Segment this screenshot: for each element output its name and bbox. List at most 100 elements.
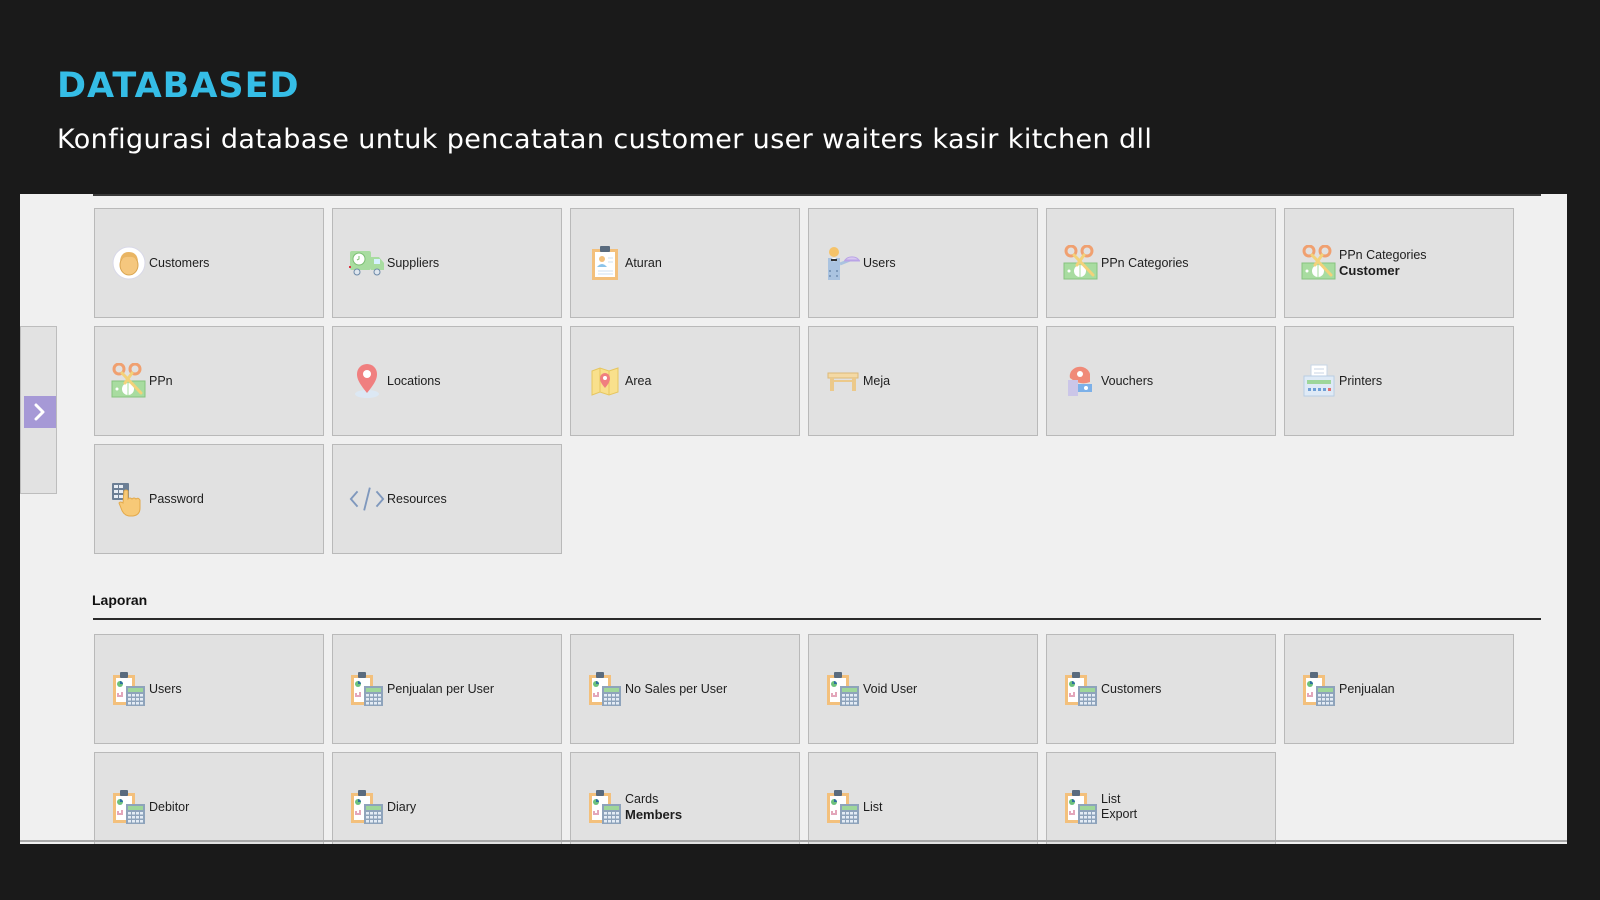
tile-label-main: Vouchers — [1101, 373, 1154, 388]
tile-label-main: PPn Categories — [1101, 255, 1189, 270]
master-tile-meja[interactable]: Meja — [808, 326, 1038, 436]
section-divider-laporan — [93, 618, 1541, 620]
tile-label-main: Meja — [863, 373, 891, 388]
tax-scissors-icon — [1063, 245, 1099, 281]
report-tile-grid: Users Penjualan per User No Sales per User… — [94, 634, 1514, 844]
tile-label: Resources — [387, 492, 447, 507]
report-tile-users[interactable]: Users — [94, 634, 324, 744]
master-tile-locations[interactable]: Locations — [332, 326, 562, 436]
table-icon — [825, 363, 861, 399]
clipboard-profile-icon — [587, 245, 623, 281]
tile-label: PPn — [149, 374, 173, 389]
tax-scissors-icon — [1301, 245, 1337, 281]
report-tile-list[interactable]: List — [808, 752, 1038, 844]
side-collapse-rail — [20, 326, 57, 494]
report-calculator-icon — [1301, 671, 1337, 707]
master-tile-ppn-categories[interactable]: PPn Categories — [1046, 208, 1276, 318]
map-icon — [587, 363, 623, 399]
expand-sidebar-button[interactable] — [24, 396, 56, 428]
report-calculator-icon — [1063, 671, 1099, 707]
tile-label-main: No Sales per User — [625, 681, 728, 696]
report-calculator-icon — [587, 789, 623, 825]
tile-label: Customers — [1101, 682, 1161, 697]
tile-label-main: Customers — [1101, 681, 1162, 696]
tile-label-main: Penjualan — [1339, 681, 1395, 696]
report-calculator-icon — [349, 789, 385, 825]
tile-label: Password — [149, 492, 204, 507]
tile-label: Void User — [863, 682, 917, 697]
master-tile-vouchers[interactable]: Vouchers — [1046, 326, 1276, 436]
report-tile-void-user[interactable]: Void User — [808, 634, 1038, 744]
tile-label-sub: Customer — [1339, 263, 1400, 278]
master-tile-ppn[interactable]: PPn — [94, 326, 324, 436]
tile-label: Users — [149, 682, 182, 697]
master-tile-aturan[interactable]: Aturan — [570, 208, 800, 318]
master-tile-ppn-categories-customer[interactable]: PPn Categories Customer — [1284, 208, 1514, 318]
report-calculator-icon — [111, 789, 147, 825]
tile-label-main: Cards — [625, 792, 659, 806]
tile-label-main: Locations — [387, 373, 441, 388]
code-icon — [349, 481, 385, 517]
tile-label-main: List — [1101, 792, 1121, 806]
report-tile-cards-members[interactable]: Cards Members — [570, 752, 800, 844]
report-calculator-icon — [587, 671, 623, 707]
report-tile-customers[interactable]: Customers — [1046, 634, 1276, 744]
tile-label: Debitor — [149, 800, 189, 815]
tile-label-main: PPn — [149, 373, 173, 388]
master-tile-area[interactable]: Area — [570, 326, 800, 436]
tile-label: Users — [863, 256, 896, 271]
tile-label-main: Password — [149, 491, 204, 506]
keypad-hand-icon — [111, 481, 147, 517]
tile-label: Diary — [387, 800, 416, 815]
report-tile-penjualan[interactable]: Penjualan — [1284, 634, 1514, 744]
report-tile-penjualan-per-user[interactable]: Penjualan per User — [332, 634, 562, 744]
report-tile-diary[interactable]: Diary — [332, 752, 562, 844]
customer-face-icon — [111, 245, 147, 281]
voucher-icon — [1063, 363, 1099, 399]
tile-label: Vouchers — [1101, 374, 1153, 389]
master-tile-resources[interactable]: Resources — [332, 444, 562, 554]
app-screenshot-panel: Customers Suppliers Aturan Users PPn Categor… — [20, 194, 1567, 844]
tile-label-main: Customers — [149, 255, 210, 270]
report-calculator-icon — [111, 671, 147, 707]
tile-label: List Export — [1101, 792, 1137, 822]
tile-label-main: Debitor — [149, 799, 190, 814]
tile-label-main: Aturan — [625, 255, 662, 270]
section-title-laporan: Laporan — [92, 592, 148, 608]
report-calculator-icon — [1063, 789, 1099, 825]
tile-label: Meja — [863, 374, 890, 389]
tile-label: PPn Categories — [1101, 256, 1189, 271]
slide-subtitle: Konfigurasi database untuk pencatatan cu… — [57, 124, 1153, 155]
tile-label-main: Penjualan per User — [387, 681, 495, 696]
report-calculator-icon — [825, 671, 861, 707]
waiter-icon — [825, 245, 861, 281]
printer-icon — [1301, 363, 1337, 399]
report-tile-debitor[interactable]: Debitor — [94, 752, 324, 844]
tile-label: Locations — [387, 374, 441, 389]
master-tile-customers[interactable]: Customers — [94, 208, 324, 318]
tile-label-sub: Members — [625, 807, 683, 822]
map-pin-icon — [349, 363, 385, 399]
report-tile-list-export[interactable]: List Export — [1046, 752, 1276, 844]
tile-label: Penjualan per User — [387, 682, 494, 697]
master-data-tile-grid: Customers Suppliers Aturan Users PPn Categor… — [94, 208, 1514, 554]
tile-label: Penjualan — [1339, 682, 1395, 697]
tile-label: Cards Members — [625, 792, 682, 822]
master-tile-users[interactable]: Users — [808, 208, 1038, 318]
tile-label-main: Area — [625, 373, 652, 388]
tile-label: Customers — [149, 256, 209, 271]
tile-label-main: Void User — [863, 681, 918, 696]
delivery-truck-icon — [349, 245, 385, 281]
chevron-right-icon — [34, 403, 45, 421]
master-tile-password[interactable]: Password — [94, 444, 324, 554]
report-tile-no-sales-per-user[interactable]: No Sales per User — [570, 634, 800, 744]
tile-label: Area — [625, 374, 651, 389]
tile-label-main: Users — [149, 681, 182, 696]
master-tile-suppliers[interactable]: Suppliers — [332, 208, 562, 318]
tile-label-main: Printers — [1339, 373, 1383, 388]
master-tile-printers[interactable]: Printers — [1284, 326, 1514, 436]
slide-title: DATABASED — [57, 66, 300, 106]
tile-label-main: Diary — [387, 799, 417, 814]
tile-label-main: Users — [863, 255, 896, 270]
tile-label: No Sales per User — [625, 682, 727, 697]
